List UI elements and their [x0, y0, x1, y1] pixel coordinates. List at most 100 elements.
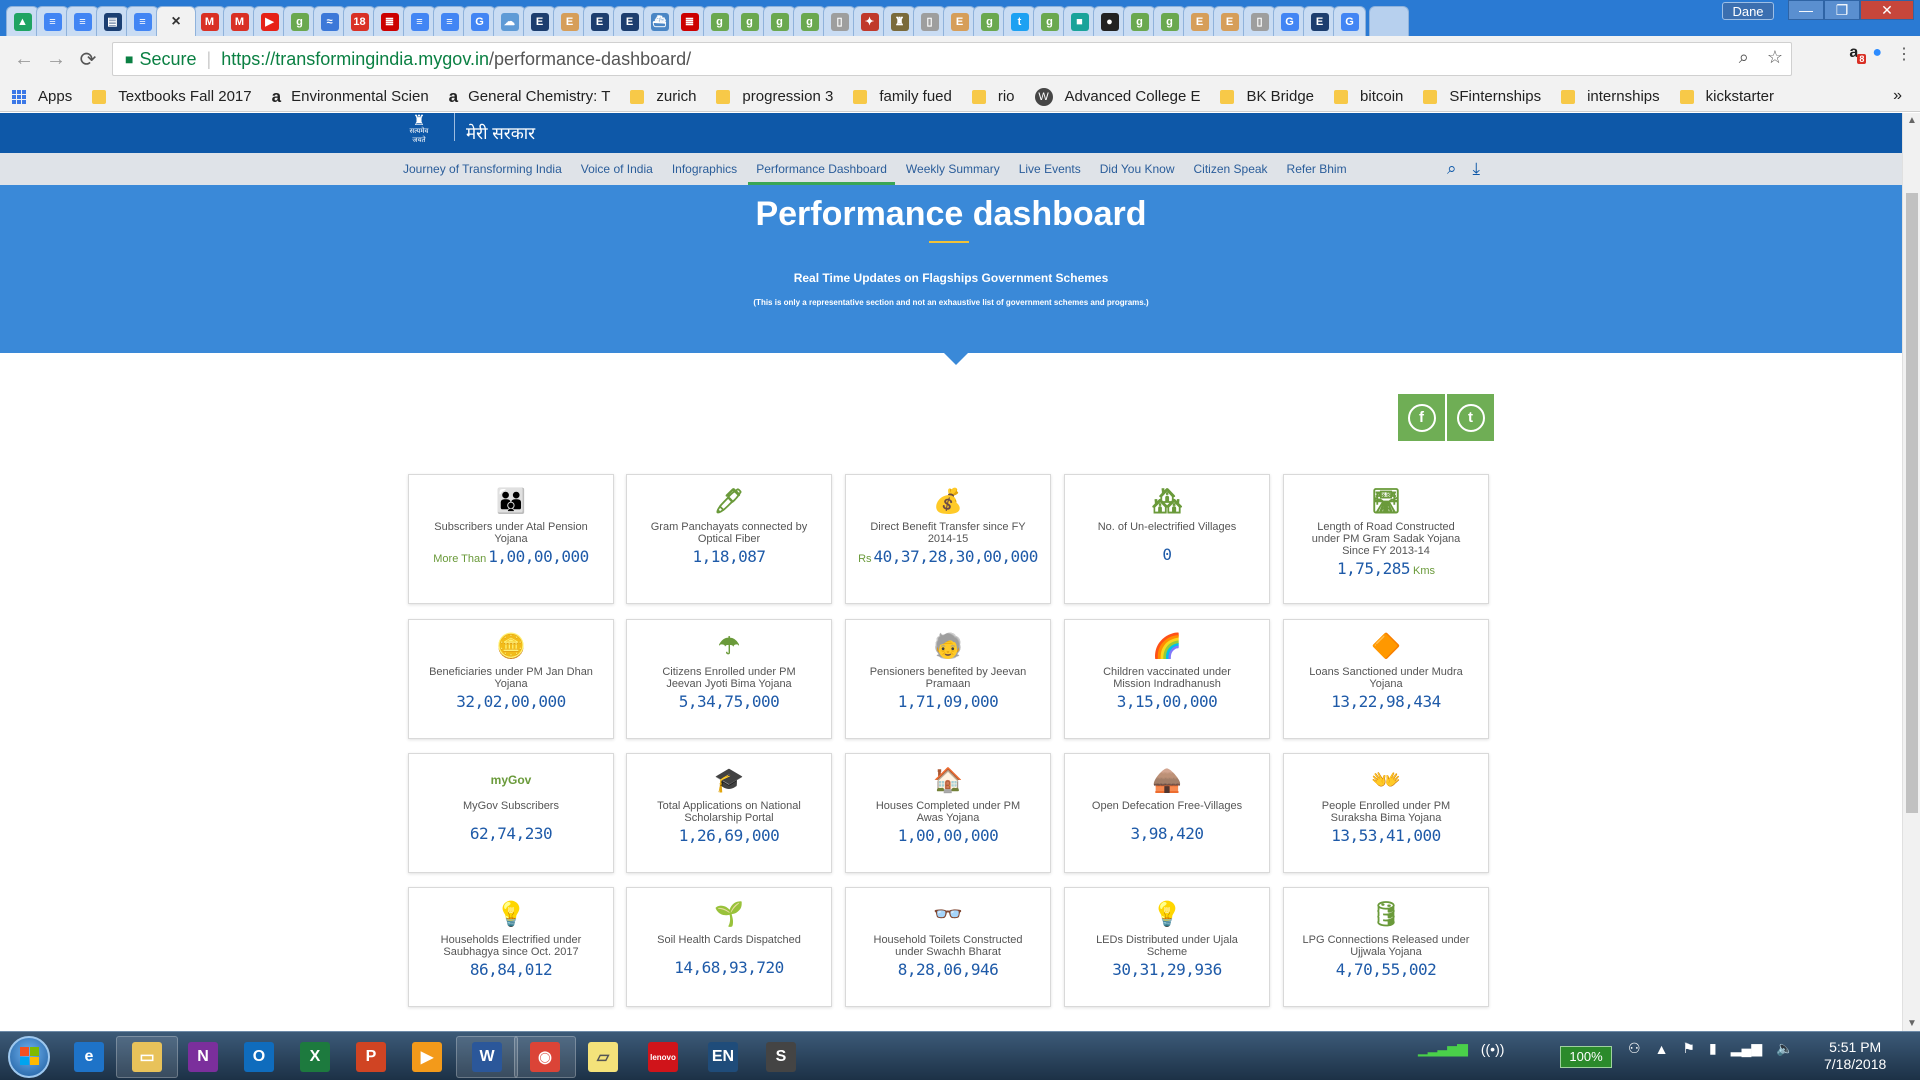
browser-tab[interactable]: 18 [343, 6, 376, 36]
chrome-taskbar-button[interactable]: ◉ [514, 1036, 576, 1078]
explorer-taskbar-button[interactable]: ▭ [116, 1036, 178, 1078]
bookmark-item[interactable]: progression 3 [716, 88, 833, 105]
new-tab-button[interactable] [1369, 6, 1409, 36]
network-icon[interactable]: ⚇ [1628, 1040, 1641, 1057]
minimize-button[interactable]: — [1788, 0, 1824, 20]
back-icon[interactable]: ← [8, 48, 40, 71]
browser-tab[interactable]: g [763, 6, 796, 36]
browser-tab[interactable]: ● [1093, 6, 1126, 36]
browser-tab[interactable]: g [1123, 6, 1156, 36]
reload-icon[interactable]: ⟳ [72, 47, 104, 72]
nav-item-voice-of-india[interactable]: Voice of India [581, 153, 653, 185]
close-icon[interactable]: × [167, 13, 185, 31]
bookmarks-overflow-button[interactable]: » [1893, 87, 1902, 105]
bookmark-item[interactable]: kickstarter [1679, 88, 1774, 105]
browser-tab[interactable]: E [943, 6, 976, 36]
forward-icon[interactable]: → [40, 48, 72, 71]
browser-tab[interactable]: M [193, 6, 226, 36]
browser-tab[interactable]: ≡ [433, 6, 466, 36]
zoom-icon[interactable]: ⌕ [1739, 47, 1749, 68]
onenote-taskbar-button[interactable]: N [172, 1036, 234, 1078]
sticky-notes-taskbar-button[interactable]: ▱ [572, 1036, 634, 1078]
maximize-button[interactable]: ❐ [1824, 0, 1860, 20]
nav-item-infographics[interactable]: Infographics [672, 153, 737, 185]
address-bar[interactable]: ■ Secure | https://transformingindia.myg… [112, 42, 1792, 76]
language-taskbar-button[interactable]: EN [692, 1036, 754, 1078]
media-player-taskbar-button[interactable]: ▶ [396, 1036, 458, 1078]
profile-button[interactable]: Dane [1722, 2, 1774, 20]
browser-tab[interactable]: G [1273, 6, 1306, 36]
nav-item-live-events[interactable]: Live Events [1019, 153, 1081, 185]
browser-tab[interactable]: G [463, 6, 496, 36]
browser-tab-active[interactable]: × [156, 6, 196, 36]
close-window-button[interactable]: ✕ [1860, 0, 1914, 20]
scroll-thumb[interactable] [1906, 193, 1918, 813]
nav-item-weekly-summary[interactable]: Weekly Summary [906, 153, 1000, 185]
ie-taskbar-button[interactable]: e [58, 1036, 120, 1078]
lenovo-taskbar-button[interactable]: lenovo [632, 1036, 694, 1078]
browser-tab[interactable]: E [553, 6, 586, 36]
browser-tab[interactable]: ≣ [673, 6, 706, 36]
browser-tab[interactable]: ✦ [853, 6, 886, 36]
browser-tab[interactable]: ▶ [253, 6, 286, 36]
bookmark-item[interactable]: Textbooks Fall 2017 [92, 88, 252, 105]
mygov-logo-text[interactable]: मेरी सरकार [466, 121, 535, 144]
bookmark-item[interactable]: BK Bridge [1220, 88, 1314, 105]
volume-icon[interactable]: 🔈 [1776, 1040, 1793, 1057]
browser-tab[interactable]: M [223, 6, 256, 36]
facebook-share-button[interactable]: f [1398, 394, 1445, 441]
browser-tab[interactable]: ▯ [1243, 6, 1276, 36]
bookmark-item[interactable]: a Environmental Scien [272, 87, 429, 107]
browser-tab[interactable]: ≡ [126, 6, 159, 36]
signal-strength-icon[interactable]: ▁▂▃▅▆ [1418, 1040, 1468, 1057]
browser-tab[interactable]: ▲ [6, 6, 39, 36]
nav-item-performance-dashboard[interactable]: Performance Dashboard [748, 153, 895, 185]
scroll-down-icon[interactable]: ▼ [1907, 1018, 1917, 1029]
nav-item-citizen-speak[interactable]: Citizen Speak [1194, 153, 1268, 185]
browser-tab[interactable]: g [283, 6, 316, 36]
browser-tab[interactable]: E [583, 6, 616, 36]
nav-item-refer-bhim[interactable]: Refer Bhim [1287, 153, 1347, 185]
bookmark-item[interactable]: zurich [630, 88, 696, 105]
bookmark-item[interactable]: a General Chemistry: T [449, 87, 611, 107]
app-s-taskbar-button[interactable]: S [750, 1036, 812, 1078]
browser-tab[interactable]: g [793, 6, 826, 36]
browser-tab[interactable]: ≡ [403, 6, 436, 36]
bookmark-item[interactable]: family fued [853, 88, 952, 105]
browser-tab[interactable]: ▯ [913, 6, 946, 36]
browser-tab[interactable]: g [1033, 6, 1066, 36]
signal-bars-icon[interactable]: ▂▄▆ [1731, 1040, 1762, 1057]
word-taskbar-button[interactable]: W [456, 1036, 518, 1078]
bookmark-item[interactable]: W Advanced College E [1034, 87, 1200, 106]
amazon-extension-icon[interactable]: a8 [1849, 44, 1867, 64]
browser-tab[interactable]: G [1333, 6, 1366, 36]
browser-tab[interactable]: ■ [1063, 6, 1096, 36]
browser-tab[interactable]: ☁ [493, 6, 526, 36]
bookmark-star-icon[interactable]: ☆ [1767, 47, 1783, 68]
browser-tab[interactable]: ▤ [96, 6, 129, 36]
browser-tab[interactable]: ≡ [36, 6, 69, 36]
browser-tab[interactable]: g [1153, 6, 1186, 36]
show-hidden-icons[interactable]: ▲ [1655, 1041, 1669, 1057]
search-icon[interactable]: ⌕ [1447, 159, 1457, 179]
taskbar-clock[interactable]: 5:51 PM 7/18/2018 [1824, 1039, 1886, 1073]
browser-tab[interactable]: ♜ [883, 6, 916, 36]
wireless-icon[interactable]: ((•)) [1481, 1041, 1505, 1057]
bookmark-item[interactable]: SFinternships [1423, 88, 1541, 105]
browser-tab[interactable]: g [973, 6, 1006, 36]
browser-tab[interactable]: E [1183, 6, 1216, 36]
powerpoint-taskbar-button[interactable]: P [340, 1036, 402, 1078]
start-button[interactable] [8, 1036, 50, 1078]
bookmark-item[interactable]: bitcoin [1334, 88, 1403, 105]
nav-item-journey-of-transforming-india[interactable]: Journey of Transforming India [403, 153, 562, 185]
browser-tab[interactable]: ≡ [66, 6, 99, 36]
browser-tab[interactable]: E [1303, 6, 1336, 36]
excel-taskbar-button[interactable]: X [284, 1036, 346, 1078]
browser-tab[interactable]: g [703, 6, 736, 36]
browser-tab[interactable]: ≣ [373, 6, 406, 36]
browser-tab[interactable]: ⛴ [643, 6, 676, 36]
power-icon[interactable]: ▮ [1709, 1040, 1717, 1057]
browser-tab[interactable]: ▯ [823, 6, 856, 36]
twitter-share-button[interactable]: t [1447, 394, 1494, 441]
browser-tab[interactable]: E [613, 6, 646, 36]
